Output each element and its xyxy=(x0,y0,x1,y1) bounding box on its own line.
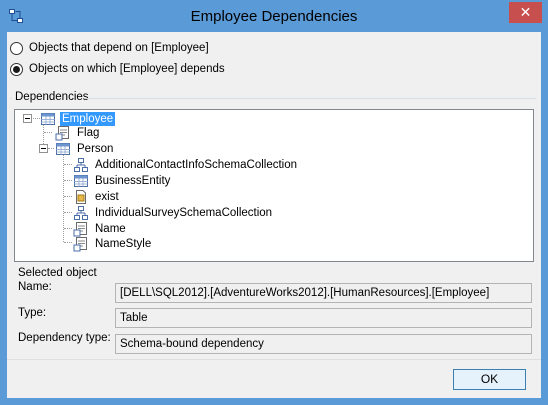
tree-node-label: Name xyxy=(95,223,126,235)
dependency-type-label: Dependency type: xyxy=(18,332,111,344)
dialog-window: Employee Dependencies ✕ Objects that dep… xyxy=(0,0,548,405)
tree-connector xyxy=(64,180,72,182)
group-divider xyxy=(10,98,12,100)
dependencies-group-label: Dependencies xyxy=(15,91,89,103)
xml-schema-collection-icon xyxy=(74,158,88,172)
name-field[interactable]: [DELL\SQL2012].[AdventureWorks2012].[Hum… xyxy=(115,283,532,303)
tree-node-label: BusinessEntity xyxy=(95,175,171,187)
tree-node-flag[interactable]: Flag xyxy=(55,125,101,141)
tree-node-label: AdditionalContactInfoSchemaCollection xyxy=(95,159,298,171)
radio-label: Objects on which [Employee] depends xyxy=(29,63,225,75)
tree-node-label: NameStyle xyxy=(95,238,152,250)
radio-indicator-checked[interactable] xyxy=(10,62,23,76)
function-icon xyxy=(76,190,86,204)
tree-connector xyxy=(31,118,40,120)
tree-connector xyxy=(64,196,72,198)
collapse-person-expander[interactable] xyxy=(39,144,48,153)
close-button[interactable]: ✕ xyxy=(509,2,542,23)
table-icon xyxy=(56,143,70,155)
type-label: Type: xyxy=(18,307,47,319)
tree-node-label: exist xyxy=(95,191,119,203)
tree-connector xyxy=(44,132,52,134)
group-divider xyxy=(85,98,536,100)
dependencies-tree[interactable]: Employee Flag Person AdditionalContactIn… xyxy=(14,109,534,262)
tree-connector xyxy=(48,148,54,150)
tree-node-additional-contact-info[interactable]: AdditionalContactInfoSchemaCollection xyxy=(73,157,299,173)
radio-objects-depended-on[interactable]: Objects on which [Employee] depends xyxy=(10,61,225,77)
table-icon xyxy=(74,175,88,187)
type-field[interactable]: Table xyxy=(115,308,532,328)
name-label: Name: xyxy=(18,281,52,293)
selected-object-heading: Selected object xyxy=(18,267,97,279)
table-icon xyxy=(41,113,55,125)
ok-button[interactable]: OK xyxy=(453,369,526,390)
radio-indicator-unchecked[interactable] xyxy=(10,41,23,55)
tree-connector xyxy=(64,228,72,230)
user-defined-type-icon xyxy=(55,126,69,141)
tree-node-person[interactable]: Person xyxy=(55,141,115,157)
tree-node-label: Employee xyxy=(60,112,116,126)
tree-node-name-style[interactable]: NameStyle xyxy=(73,236,153,252)
tree-node-business-entity[interactable]: BusinessEntity xyxy=(73,173,172,189)
button-bar: OK xyxy=(7,359,541,398)
collapse-employee-expander[interactable] xyxy=(23,114,32,123)
tree-node-name[interactable]: Name xyxy=(73,221,128,237)
dependency-type-field[interactable]: Schema-bound dependency xyxy=(115,334,532,354)
tree-node-exist[interactable]: exist xyxy=(73,189,121,205)
user-defined-type-icon xyxy=(73,222,87,237)
window-title: Employee Dependencies xyxy=(190,8,358,25)
tree-connector xyxy=(64,212,72,214)
title-bar[interactable]: Employee Dependencies ✕ xyxy=(1,1,547,32)
tree-connector xyxy=(64,164,72,166)
xml-schema-collection-icon xyxy=(74,206,88,220)
radio-objects-that-depend[interactable]: Objects that depend on [Employee] xyxy=(10,40,209,56)
dialog-client-area: Objects that depend on [Employee] Object… xyxy=(7,32,541,397)
tree-node-label: Person xyxy=(77,143,114,155)
tree-node-label: IndividualSurveySchemaCollection xyxy=(95,207,273,219)
tree-node-label: Flag xyxy=(77,127,100,139)
tree-connector xyxy=(64,242,72,244)
radio-label: Objects that depend on [Employee] xyxy=(29,42,209,54)
user-defined-type-icon xyxy=(73,237,87,252)
tree-node-individual-survey[interactable]: IndividualSurveySchemaCollection xyxy=(73,205,274,221)
